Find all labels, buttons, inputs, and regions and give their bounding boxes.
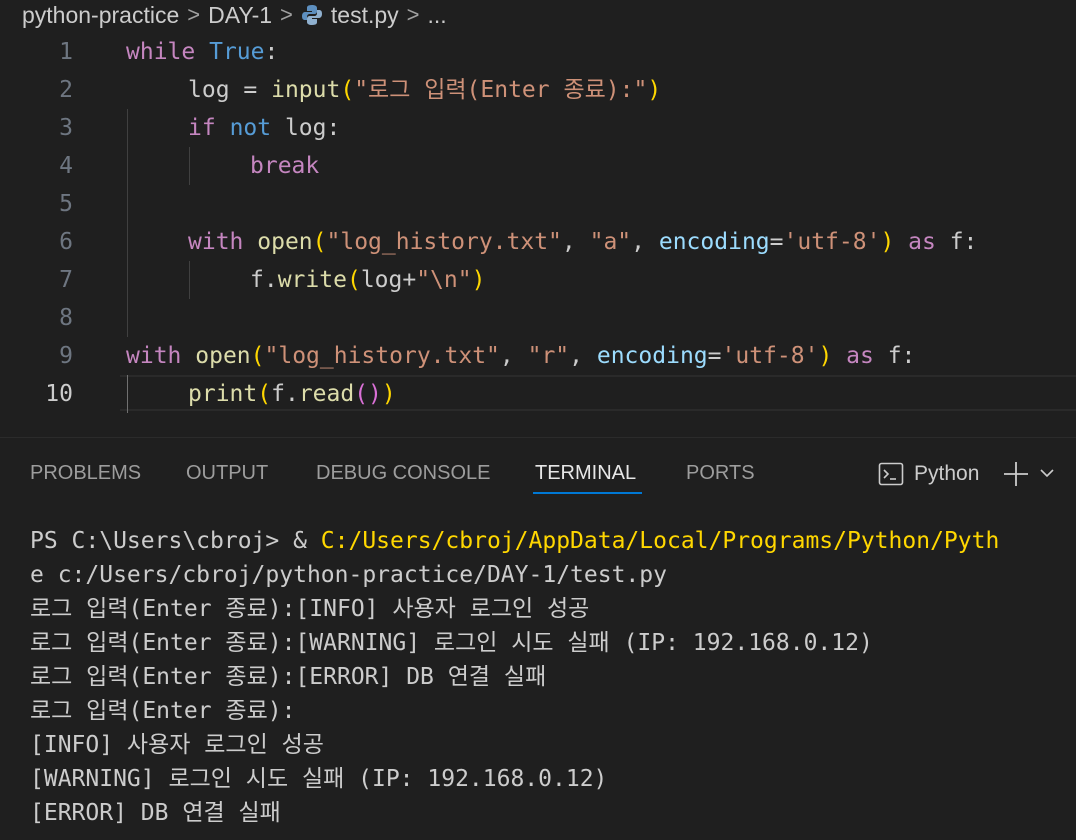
code-editor[interactable]: 1 while True: 2 log = input("로그 입력(Enter… [0,33,1076,413]
chevron-right-icon: > [406,2,420,27]
code-line: 8 [0,299,1076,337]
line-number: 6 [59,229,73,255]
breadcrumb-item-symbols[interactable]: ... [428,2,447,29]
tab-terminal[interactable]: TERMINAL [535,462,636,485]
code-text: f.write(log+"\n") [250,267,486,293]
tab-debug-console[interactable]: DEBUG CONSOLE [316,462,490,485]
terminal-icon [878,462,904,486]
terminal-line: 로그 입력(Enter 종료): [30,698,296,724]
active-tab-indicator [533,492,642,494]
chevron-right-icon: > [187,2,201,27]
terminal-name: Python [914,462,980,485]
terminal-line: [ERROR] DB 연결 실패 [30,800,281,826]
terminal-selector[interactable]: Python [878,459,979,489]
code-text: print(f.read()) [188,381,396,407]
terminal-line: 로그 입력(Enter 종료):[INFO] 사용자 로그인 성공 [30,596,590,622]
breadcrumb-item-subfolder[interactable]: DAY-1 [208,2,272,29]
code-text: log = input("로그 입력(Enter 종료):") [188,77,662,103]
chevron-right-icon: > [280,2,293,27]
line-number: 7 [59,267,73,293]
code-line: 5 [0,185,1076,223]
code-line: 10 print(f.read()) [0,375,1076,413]
code-line: 3 if not log: [0,109,1076,147]
python-icon [301,4,323,26]
chevron-down-icon[interactable] [1039,467,1055,479]
line-number-active: 10 [45,381,73,407]
breadcrumb-item-folder[interactable]: python-practice [22,2,179,29]
code-line: 2 log = input("로그 입력(Enter 종료):") [0,71,1076,109]
line-number: 5 [59,191,73,217]
line-number: 8 [59,305,73,331]
tab-problems[interactable]: PROBLEMS [30,462,141,485]
code-text: with open("log_history.txt", "r", encodi… [126,343,916,369]
line-number: 3 [59,115,73,141]
terminal-line: [WARNING] 로그인 시도 실패 (IP: 192.168.0.12) [30,766,608,792]
terminal-line: 로그 입력(Enter 종료):[WARNING] 로그인 시도 실패 (IP:… [30,630,873,656]
code-line: 1 while True: [0,33,1076,71]
terminal-line: e c:/Users/cbroj/python-practice/DAY-1/t… [30,562,667,588]
terminal-output[interactable]: PS C:\Users\cbroj> & C:/Users/cbroj/AppD… [30,524,1076,830]
code-line: 9 with open("log_history.txt", "r", enco… [0,337,1076,375]
breadcrumb: python-practice > DAY-1 > test.py > ... [0,0,1076,30]
plus-icon[interactable] [1003,461,1029,487]
code-text: with open("log_history.txt", "a", encodi… [188,229,978,255]
line-number: 1 [59,39,73,65]
breadcrumb-item-file[interactable]: test.py [331,2,399,29]
terminal-line: PS C:\Users\cbroj> & C:/Users/cbroj/AppD… [30,528,1000,554]
tab-output[interactable]: OUTPUT [186,462,268,485]
code-line: 7 f.write(log+"\n") [0,261,1076,299]
code-line: 6 with open("log_history.txt", "a", enco… [0,223,1076,261]
code-line: 4 break [0,147,1076,185]
line-number: 2 [59,77,73,103]
panel-divider[interactable] [0,437,1076,438]
line-number: 4 [59,153,73,179]
line-number: 9 [59,343,73,369]
panel-tab-bar: PROBLEMS OUTPUT DEBUG CONSOLE TERMINAL P… [0,445,1076,505]
code-text: while True: [126,39,279,65]
tab-ports[interactable]: PORTS [686,462,755,485]
terminal-line: 로그 입력(Enter 종료):[ERROR] DB 연결 실패 [30,664,547,690]
code-text: break [250,153,320,179]
terminal-line: [INFO] 사용자 로그인 성공 [30,732,324,758]
code-text: if not log: [188,115,341,141]
